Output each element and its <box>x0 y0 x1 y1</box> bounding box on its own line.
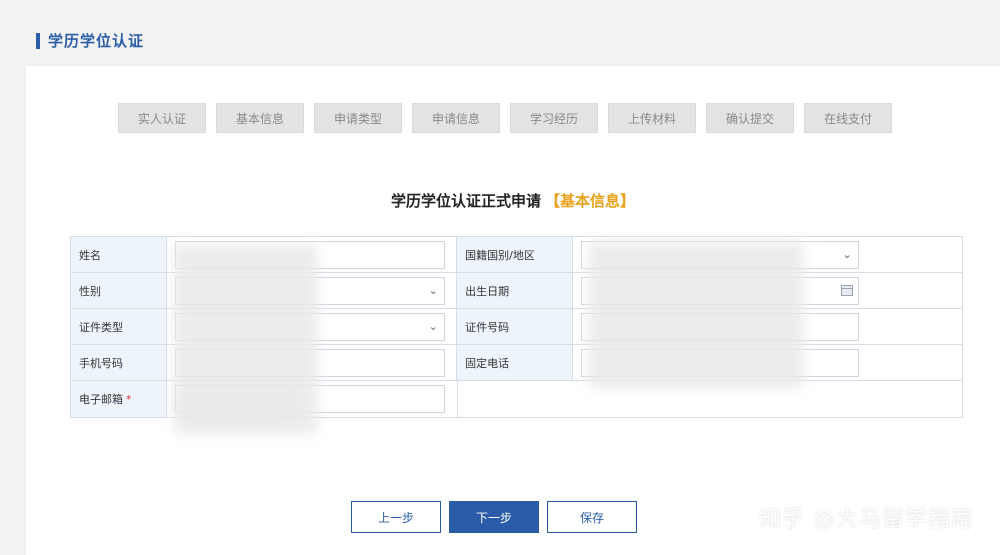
step-application-info[interactable]: 申请信息 <box>412 103 500 133</box>
prev-step-button[interactable]: 上一步 <box>351 501 441 533</box>
chevron-down-icon: ⌄ <box>428 319 438 333</box>
step-basic-info[interactable]: 基本信息 <box>216 103 304 133</box>
redaction-blur <box>176 396 296 416</box>
nationality-label: 国籍国别/地区 <box>457 237 573 272</box>
step-real-name-auth[interactable]: 实人认证 <box>118 103 206 133</box>
mobile-label: 手机号码 <box>71 345 167 380</box>
step-online-payment[interactable]: 在线支付 <box>804 103 892 133</box>
step-upload-materials[interactable]: 上传材料 <box>608 103 696 133</box>
save-button[interactable]: 保存 <box>547 501 637 533</box>
form-title: 学历学位认证正式申请 【基本信息】 <box>26 190 1000 211</box>
form-card: 实人认证 基本信息 申请类型 申请信息 学习经历 上传材料 确认提交 在线支付 … <box>26 66 1000 555</box>
landline-label: 固定电话 <box>457 345 573 380</box>
birth-date-label: 出生日期 <box>457 273 573 308</box>
name-label: 姓名 <box>71 237 167 272</box>
page-header: 学历学位认证 <box>36 30 144 51</box>
form-actions: 上一步 下一步 保存 <box>351 501 645 533</box>
gender-label: 性别 <box>71 273 167 308</box>
calendar-icon[interactable] <box>840 284 853 296</box>
form-title-highlight: 【基本信息】 <box>545 192 636 210</box>
id-number-label: 证件号码 <box>457 309 573 344</box>
step-study-history[interactable]: 学习经历 <box>510 103 598 133</box>
watermark: 知乎 @大马留学指南 <box>759 507 974 532</box>
step-tabs: 实人认证 基本信息 申请类型 申请信息 学习经历 上传材料 确认提交 在线支付 <box>118 103 902 133</box>
redaction-blur <box>588 242 804 388</box>
id-type-label: 证件类型 <box>71 309 167 344</box>
header-accent-bar <box>36 32 40 49</box>
step-confirm-submit[interactable]: 确认提交 <box>706 103 794 133</box>
required-mark: * <box>126 392 132 406</box>
chevron-down-icon: ⌄ <box>428 283 438 297</box>
next-step-button[interactable]: 下一步 <box>449 501 539 533</box>
email-label-text: 电子邮箱 <box>79 393 123 406</box>
chevron-down-icon: ⌄ <box>842 247 852 261</box>
form-title-text: 学历学位认证正式申请 <box>390 192 541 210</box>
email-label: 电子邮箱 * <box>71 381 167 417</box>
step-application-type[interactable]: 申请类型 <box>314 103 402 133</box>
page-title: 学历学位认证 <box>48 32 145 50</box>
